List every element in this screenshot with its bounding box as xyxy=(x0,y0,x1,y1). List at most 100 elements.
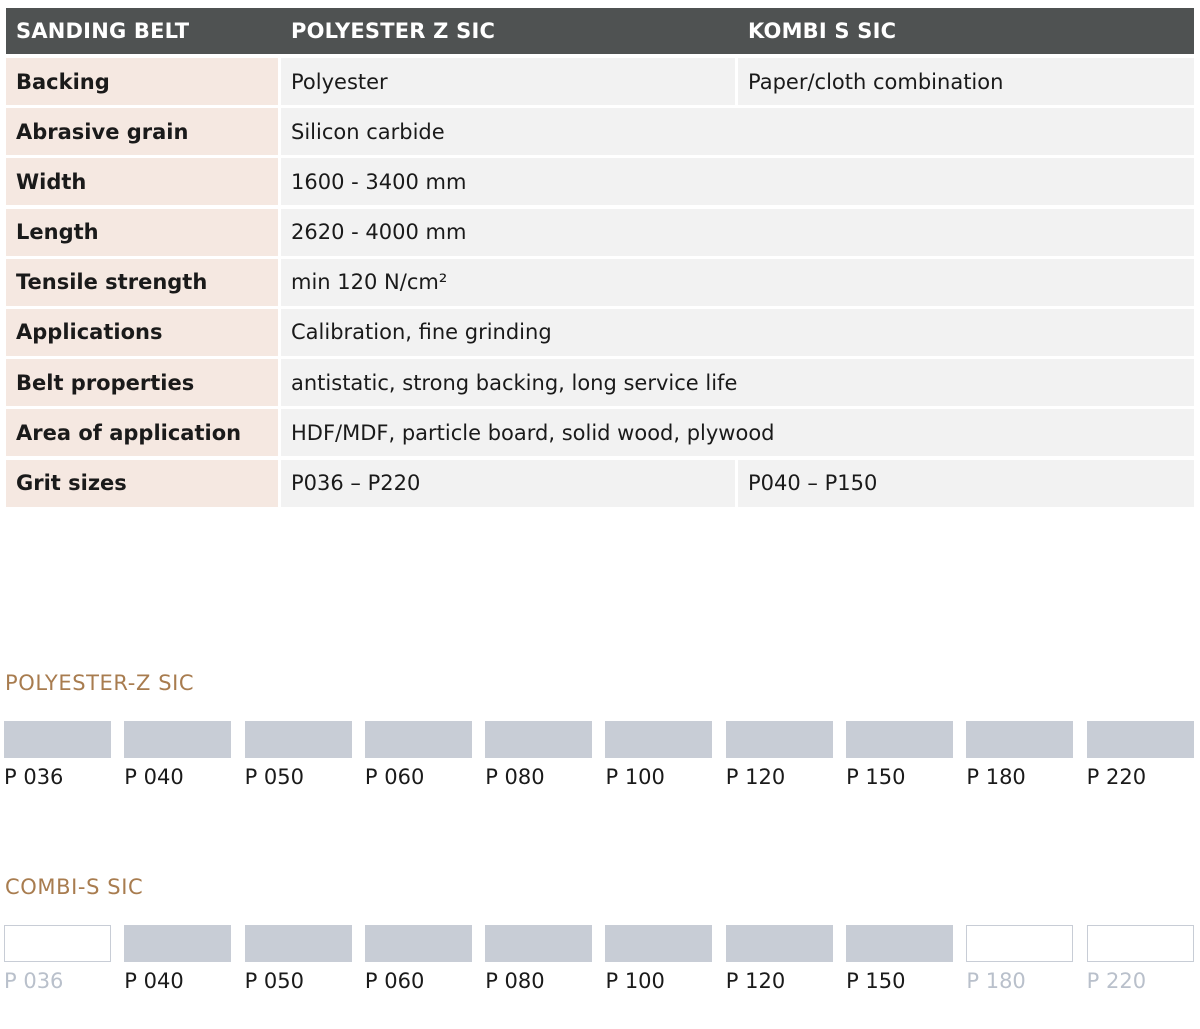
grit-label: P 080 xyxy=(485,969,545,993)
row-value: Calibration, fine grinding xyxy=(281,308,1194,356)
combi-grit-list: P 036 P 040 P 050 P 060 P 080 P 100 P 120 P 150… xyxy=(4,925,1194,993)
grit-item: P 040 xyxy=(124,925,232,993)
table-row: Applications Calibration, fine grinding xyxy=(6,308,1194,356)
polyester-grit-list: P 036 P 040 P 050 P 060 P 080 P 100 P 120 P 150… xyxy=(4,721,1194,789)
grit-item: P 220 xyxy=(1086,721,1194,789)
grit-swatch xyxy=(4,925,111,962)
grit-item: P 220 xyxy=(1086,925,1194,993)
table-row: Abrasive grain Silicon carbide xyxy=(6,108,1194,156)
grit-swatch xyxy=(485,925,593,962)
grit-swatch xyxy=(605,925,713,962)
grit-swatch xyxy=(1086,721,1194,758)
grit-label: P 060 xyxy=(364,969,425,993)
table-row: Belt properties antistatic, strong backi… xyxy=(6,359,1194,407)
grit-item: P 080 xyxy=(485,925,593,993)
grit-swatch xyxy=(725,925,833,962)
grit-swatch xyxy=(244,925,352,962)
grit-item: P 040 xyxy=(124,721,232,789)
spec-table: SANDING BELT POLYESTER Z SIC KOMBI S SIC… xyxy=(6,8,1194,510)
grit-label: P 040 xyxy=(124,765,184,789)
row-label: Length xyxy=(6,208,278,256)
grit-swatch xyxy=(124,721,232,758)
row-label: Width xyxy=(6,158,278,206)
table-row: Grit sizes P036 – P220 P040 – P150 xyxy=(6,459,1194,507)
row-value: HDF/MDF, particle board, solid wood, ply… xyxy=(281,409,1194,457)
table-body: Backing Polyester Paper/cloth combinatio… xyxy=(6,58,1194,507)
grit-swatch xyxy=(364,721,472,758)
header-sanding-belt: SANDING BELT xyxy=(16,19,190,43)
row-value: 1600 - 3400 mm xyxy=(281,158,1194,206)
polyester-grit-title: POLYESTER-Z SIC xyxy=(5,671,195,695)
row-label: Grit sizes xyxy=(6,459,278,507)
grit-swatch xyxy=(4,721,111,758)
grit-label: P 050 xyxy=(244,969,305,993)
row-value-polyester: P036 – P220 xyxy=(281,459,735,507)
table-row: Tensile strength min 120 N/cm² xyxy=(6,258,1194,306)
row-value: Silicon carbide xyxy=(281,108,1194,156)
grit-item: P 120 xyxy=(725,925,833,993)
row-value: min 120 N/cm² xyxy=(281,258,1194,306)
grit-item: P 060 xyxy=(364,721,472,789)
grit-label: P 050 xyxy=(244,765,305,789)
row-value: 2620 - 4000 mm xyxy=(281,208,1194,256)
grit-label: P 040 xyxy=(124,969,184,993)
row-label: Applications xyxy=(6,308,278,356)
grit-item: P 180 xyxy=(966,925,1074,993)
row-value-polyester: Polyester xyxy=(281,58,735,105)
grit-swatch xyxy=(124,925,232,962)
grit-swatch xyxy=(846,721,954,758)
row-label: Abrasive grain xyxy=(6,108,278,156)
combi-grit-title: COMBI-S SIC xyxy=(5,875,144,899)
grit-swatch xyxy=(364,925,472,962)
table-row: Width 1600 - 3400 mm xyxy=(6,158,1194,206)
grit-swatch xyxy=(966,721,1074,758)
grit-swatch xyxy=(725,721,833,758)
page: SANDING BELT POLYESTER Z SIC KOMBI S SIC… xyxy=(0,0,1200,1029)
grit-item: P 050 xyxy=(244,925,352,993)
grit-item: P 080 xyxy=(485,721,593,789)
header-polyester-z-sic: POLYESTER Z SIC xyxy=(291,19,496,43)
grit-label: P 180 xyxy=(966,969,1026,993)
row-label: Area of application xyxy=(6,409,278,457)
grit-label: P 220 xyxy=(1086,765,1147,789)
header-kombi-s-sic: KOMBI S SIC xyxy=(748,19,897,43)
grit-label: P 150 xyxy=(846,969,906,993)
grit-swatch xyxy=(244,721,352,758)
grit-label: P 120 xyxy=(725,765,786,789)
grit-label: P 100 xyxy=(605,969,665,993)
grit-item: P 036 xyxy=(4,925,111,993)
grit-label: P 180 xyxy=(966,765,1026,789)
grit-swatch xyxy=(605,721,713,758)
table-row: Length 2620 - 4000 mm xyxy=(6,208,1194,256)
grit-item: P 060 xyxy=(364,925,472,993)
grit-item: P 036 xyxy=(4,721,111,789)
table-row: Backing Polyester Paper/cloth combinatio… xyxy=(6,58,1194,105)
grit-swatch xyxy=(1086,925,1194,962)
grit-label: P 220 xyxy=(1086,969,1147,993)
table-header: SANDING BELT POLYESTER Z SIC KOMBI S SIC xyxy=(6,8,1194,54)
row-value-kombi: P040 – P150 xyxy=(738,459,1194,507)
grit-item: P 100 xyxy=(605,721,713,789)
grit-label: P 100 xyxy=(605,765,665,789)
grit-swatch xyxy=(485,721,593,758)
grit-item: P 180 xyxy=(966,721,1074,789)
row-label: Belt properties xyxy=(6,359,278,407)
grit-label: P 120 xyxy=(725,969,786,993)
grit-swatch xyxy=(846,925,954,962)
table-row: Area of application HDF/MDF, particle bo… xyxy=(6,409,1194,457)
grit-label: P 036 xyxy=(4,765,64,789)
grit-item: P 150 xyxy=(846,721,954,789)
row-label: Backing xyxy=(6,58,278,105)
row-value-kombi: Paper/cloth combination xyxy=(738,58,1194,105)
grit-item: P 150 xyxy=(846,925,954,993)
row-value: antistatic, strong backing, long service… xyxy=(281,359,1194,407)
row-label: Tensile strength xyxy=(6,258,278,306)
grit-swatch xyxy=(966,925,1074,962)
grit-item: P 120 xyxy=(725,721,833,789)
grit-label: P 080 xyxy=(485,765,545,789)
grit-label: P 060 xyxy=(364,765,425,789)
grit-item: P 050 xyxy=(244,721,352,789)
grit-label: P 036 xyxy=(4,969,64,993)
grit-item: P 100 xyxy=(605,925,713,993)
grit-label: P 150 xyxy=(846,765,906,789)
